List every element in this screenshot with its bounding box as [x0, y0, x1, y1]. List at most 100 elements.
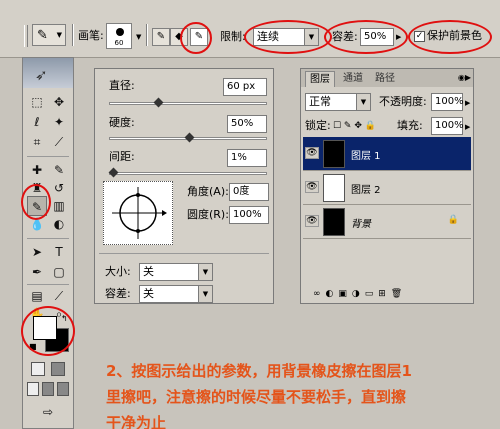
default-colors-icon[interactable]: ■ — [29, 342, 37, 351]
options-bar-grip[interactable] — [24, 25, 28, 47]
layer-actions-icon[interactable]: ∞◐▣◑▭⊞🗑 — [313, 287, 407, 301]
hardness-slider[interactable] — [109, 132, 267, 143]
chevron-down-icon: ▼ — [198, 286, 212, 302]
blend-mode-select[interactable]: 正常 ▼ — [305, 93, 371, 111]
slice-tool-icon[interactable]: ⟋ — [49, 132, 69, 152]
fill-input[interactable]: 100% — [431, 117, 464, 135]
brush-options-panel: 直径: 60 px 硬度: 50% 间距: 1% 角度(A): 0度 圆度(R)… — [94, 68, 274, 304]
feather-logo-icon: ➶ — [35, 66, 48, 84]
brush-size: 60 — [114, 39, 124, 47]
sampling-continuous-icon[interactable]: ✎ — [152, 28, 170, 46]
chevron-down-icon: ▼ — [198, 264, 212, 280]
hardness-label: 硬度: — [109, 116, 135, 129]
tolerance-label: 容差: — [332, 30, 358, 43]
layers-footer: ∞◐▣◑▭⊞🗑 — [301, 285, 473, 303]
panel-menu-icon[interactable]: ◉▶ — [458, 73, 471, 82]
slider-knob[interactable] — [184, 132, 195, 143]
slider-knob[interactable] — [108, 167, 119, 178]
screen-mode-menubar-icon[interactable] — [42, 382, 54, 396]
blend-mode-value: 正常 — [309, 95, 331, 108]
foreground-color-swatch[interactable] — [33, 316, 57, 340]
layer-thumbnail — [323, 208, 345, 236]
notes-tool-icon[interactable]: ▤ — [27, 286, 47, 306]
options-bar: ✎ ▼ 画笔: 60 ▼ ✎ ◆ ✎ 限制: 连续 ▼ 容差: 50% ▶ ✓ … — [0, 0, 500, 58]
layer-row[interactable]: 👁 图层 2 — [303, 171, 471, 205]
eye-icon[interactable]: 👁 — [305, 181, 319, 193]
sampling-once-icon[interactable]: ◆ — [170, 28, 188, 46]
screen-mode-full-icon[interactable] — [57, 382, 69, 396]
brush-label: 画笔: — [78, 29, 104, 42]
lasso-tool-icon[interactable]: ℓ — [27, 112, 47, 132]
diameter-input[interactable]: 60 px — [223, 78, 267, 96]
brush-tool-icon[interactable]: ✎ — [49, 160, 69, 180]
layer-row[interactable]: 👁 背景 🔒 — [303, 205, 471, 239]
gradient-tool-icon[interactable]: ▥ — [49, 196, 69, 216]
standard-mode-icon[interactable] — [31, 362, 45, 376]
size-select[interactable]: 关 ▼ — [139, 263, 213, 281]
spacing-input[interactable]: 1% — [227, 149, 267, 167]
chevron-right-icon[interactable]: ▶ — [465, 123, 470, 131]
sampling-background-swatch-icon[interactable]: ✎ — [190, 28, 208, 46]
tab-layers[interactable]: 图层 — [305, 71, 335, 87]
brush-picker[interactable]: 60 — [106, 23, 132, 49]
hardness-input[interactable]: 50% — [227, 115, 267, 133]
tolerance-input[interactable]: 50% — [360, 28, 394, 46]
layer-row[interactable]: 👁 图层 1 — [303, 137, 471, 171]
pen-tool-icon[interactable]: ✒ — [27, 262, 47, 282]
chevron-down-icon: ▼ — [56, 31, 62, 39]
marquee-tool-icon[interactable]: ⬚ — [27, 92, 47, 112]
angle-label: 角度(A): — [187, 185, 229, 198]
angle-input[interactable]: 0度 — [229, 183, 269, 201]
shape-tool-icon[interactable]: ▢ — [49, 262, 69, 282]
clone-stamp-tool-icon[interactable]: ♜ — [27, 178, 47, 198]
limits-label: 限制: — [220, 30, 246, 43]
protect-foreground-checkbox[interactable]: ✓ — [414, 31, 425, 42]
limits-select[interactable]: 连续 ▼ — [253, 28, 319, 46]
tab-channels[interactable]: 通道 — [339, 71, 367, 87]
background-eraser-tool-icon[interactable]: ✎ — [27, 196, 47, 216]
swap-colors-icon[interactable]: ↰ — [61, 314, 68, 323]
panel-tabs: 图层 通道 路径 ◉▶ — [301, 69, 473, 87]
tab-paths[interactable]: 路径 — [371, 71, 399, 87]
layer-name: 图层 1 — [351, 151, 381, 162]
spacing-slider[interactable] — [108, 167, 267, 178]
instruction-text: 2、按图示给出的参数，用背景橡皮擦在图层1 里擦吧，注意擦的时候尽量不要松手，直… — [106, 358, 476, 429]
slider-knob[interactable] — [153, 97, 164, 108]
roundness-input[interactable]: 100% — [229, 206, 269, 224]
quick-mask-icon[interactable] — [51, 362, 65, 376]
chevron-right-icon[interactable]: ▶ — [465, 99, 470, 107]
eye-icon[interactable]: 👁 — [305, 215, 319, 227]
crop-tool-icon[interactable]: ⌗ — [27, 132, 47, 152]
separator — [146, 24, 148, 46]
eye-icon[interactable]: 👁 — [305, 147, 319, 159]
tolerance-value: 关 — [143, 287, 154, 300]
dodge-tool-icon[interactable]: ◐ — [49, 214, 69, 234]
diameter-label: 直径: — [109, 79, 135, 92]
tolerance-select[interactable]: 关 ▼ — [139, 285, 213, 303]
screen-mode-standard-icon[interactable] — [27, 382, 39, 396]
divider — [27, 238, 69, 239]
lock-options-icon[interactable]: ☐ ✎ ✥ 🔒 — [333, 119, 376, 133]
eyedropper-tool-icon[interactable]: ⟋ — [49, 286, 69, 306]
toolbox-header: ➶ — [23, 58, 73, 88]
chevron-down-icon: ▼ — [356, 94, 370, 110]
blur-tool-icon[interactable]: 💧 — [27, 214, 47, 234]
tool-preset-picker[interactable]: ✎ ▼ — [32, 24, 66, 46]
brush-crosshair-icon — [112, 187, 167, 239]
jump-to-imageready-icon[interactable]: ⇨ — [33, 402, 63, 422]
chevron-right-icon[interactable]: ▶ — [396, 33, 401, 41]
history-brush-tool-icon[interactable]: ↺ — [49, 178, 69, 198]
divider — [99, 253, 269, 254]
chevron-down-icon[interactable]: ▼ — [136, 33, 141, 41]
instruction-line: 2、按图示给出的参数，用背景橡皮擦在图层1 — [106, 362, 412, 380]
healing-brush-tool-icon[interactable]: ✚ — [27, 160, 47, 180]
path-selection-tool-icon[interactable]: ➤ — [27, 242, 47, 262]
tolerance-label: 容差: — [105, 287, 131, 300]
roundness-label: 圆度(R): — [187, 208, 229, 221]
move-tool-icon[interactable]: ✥ — [49, 92, 69, 112]
magic-wand-tool-icon[interactable]: ✦ — [49, 112, 69, 132]
diameter-slider[interactable] — [109, 97, 267, 108]
opacity-input[interactable]: 100% — [431, 93, 464, 111]
brush-shape-preview[interactable] — [103, 181, 173, 245]
type-tool-icon[interactable]: T — [49, 242, 69, 262]
